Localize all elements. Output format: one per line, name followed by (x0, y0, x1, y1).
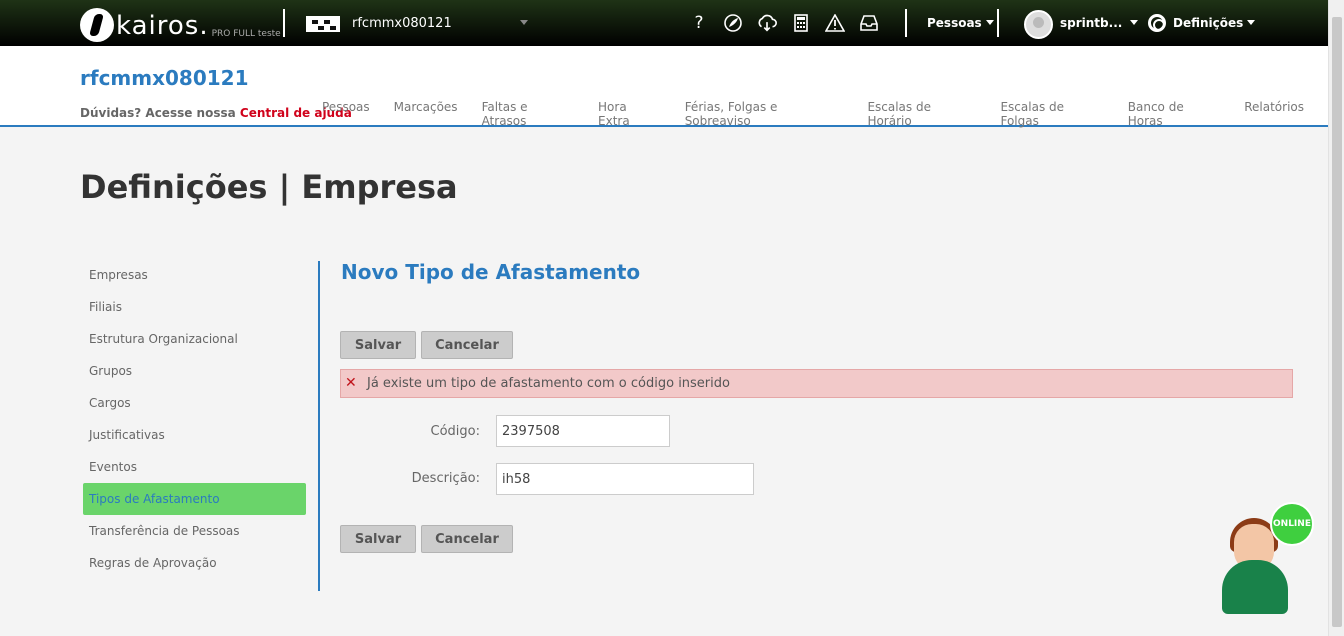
nav-hora-extra[interactable]: Hora Extra (598, 100, 661, 128)
sidebar-item-tipos-afastamento[interactable]: Tipos de Afastamento (83, 483, 306, 515)
scrollbar[interactable] (1328, 0, 1344, 636)
help-icon[interactable]: ? (688, 12, 710, 34)
sidebar-item-justificativas[interactable]: Justificativas (83, 419, 306, 451)
header: rfcmmx080121 Dúvidas? Acesse nossa Centr… (0, 46, 1328, 128)
divider (283, 9, 285, 37)
sidebar-item-empresas[interactable]: Empresas (83, 259, 306, 291)
logo-text: kairos. (116, 11, 209, 41)
logo-subtitle: PRO FULL teste (211, 29, 281, 39)
pessoas-menu-label: Pessoas (927, 16, 982, 30)
chevron-down-icon[interactable] (520, 20, 528, 25)
sidebar-divider (318, 261, 320, 591)
help-glyph: ? (694, 13, 704, 33)
building-icon (306, 16, 340, 32)
chevron-down-icon (1130, 20, 1139, 25)
leaf-icon[interactable] (722, 12, 744, 34)
kairos-logo[interactable]: kairos. PRO FULL teste (80, 4, 281, 42)
definicoes-menu-label: Definições (1173, 16, 1244, 30)
user-menu[interactable]: sprintb... (1060, 16, 1139, 30)
gear-icon[interactable] (1148, 14, 1166, 32)
help-text: Dúvidas? Acesse nossa Central de ajuda (80, 106, 352, 120)
avatar[interactable] (1024, 10, 1053, 39)
error-message: Já existe um tipo de afastamento com o c… (367, 376, 730, 391)
logo-mark-icon (80, 8, 114, 42)
online-badge: ONLINE (1270, 502, 1314, 546)
inbox-icon[interactable] (858, 12, 880, 34)
main-nav: Pessoas Marcações Faltas e Atrasos Hora … (322, 100, 1328, 128)
nav-pessoas[interactable]: Pessoas (322, 100, 370, 128)
save-button-top[interactable]: Salvar (340, 331, 416, 359)
close-icon: ✕ (345, 375, 357, 391)
sidebar-item-estrutura[interactable]: Estrutura Organizacional (83, 323, 306, 355)
company-selector[interactable]: rfcmmx080121 (352, 16, 452, 31)
page-title: Definições | Empresa (80, 168, 458, 206)
nav-relatorios[interactable]: Relatórios (1244, 100, 1304, 128)
error-alert: ✕ Já existe um tipo de afastamento com o… (340, 369, 1293, 398)
divider (997, 9, 999, 37)
nav-escalas-horario[interactable]: Escalas de Horário (867, 100, 976, 128)
help-prefix: Dúvidas? Acesse nossa (80, 106, 236, 120)
sidebar-item-grupos[interactable]: Grupos (83, 355, 306, 387)
pessoas-menu[interactable]: Pessoas (927, 16, 994, 30)
sidebar-item-transferencia[interactable]: Transferência de Pessoas (83, 515, 306, 547)
cancel-button-top[interactable]: Cancelar (421, 331, 513, 359)
top-bar: kairos. PRO FULL teste rfcmmx080121 ? Pe… (0, 0, 1328, 46)
chevron-down-icon (985, 20, 994, 25)
codigo-label: Código: (430, 424, 480, 439)
chevron-down-icon (1247, 20, 1256, 25)
save-button-bottom[interactable]: Salvar (340, 525, 416, 553)
chat-widget[interactable]: ONLINE (1220, 500, 1316, 620)
nav-marcacoes[interactable]: Marcações (394, 100, 458, 128)
form-title: Novo Tipo de Afastamento (341, 260, 641, 284)
sidebar-item-cargos[interactable]: Cargos (83, 387, 306, 419)
cancel-button-bottom[interactable]: Cancelar (421, 525, 513, 553)
codigo-input[interactable] (496, 415, 670, 447)
scroll-thumb[interactable] (1332, 17, 1342, 627)
descricao-input[interactable] (496, 463, 754, 495)
cloud-download-icon[interactable] (756, 12, 778, 34)
company-title[interactable]: rfcmmx080121 (80, 66, 249, 90)
nav-escalas-folgas[interactable]: Escalas de Folgas (1000, 100, 1103, 128)
nav-ferias-folgas[interactable]: Férias, Folgas e Sobreaviso (685, 100, 844, 128)
top-icons: ? (688, 12, 880, 34)
sidebar-item-filiais[interactable]: Filiais (83, 291, 306, 323)
calculator-icon[interactable] (790, 12, 812, 34)
sidebar-item-regras-aprovacao[interactable]: Regras de Aprovação (83, 547, 306, 579)
divider (905, 9, 907, 37)
user-menu-label: sprintb... (1060, 16, 1123, 30)
nav-faltas-atrasos[interactable]: Faltas e Atrasos (482, 100, 574, 128)
chat-agent-body (1222, 560, 1288, 614)
nav-banco-horas[interactable]: Banco de Horas (1128, 100, 1220, 128)
settings-sidebar: Empresas Filiais Estrutura Organizaciona… (83, 259, 306, 579)
sidebar-item-eventos[interactable]: Eventos (83, 451, 306, 483)
definicoes-menu[interactable]: Definições (1173, 16, 1256, 30)
descricao-label: Descrição: (411, 471, 480, 486)
warning-icon[interactable] (824, 12, 846, 34)
